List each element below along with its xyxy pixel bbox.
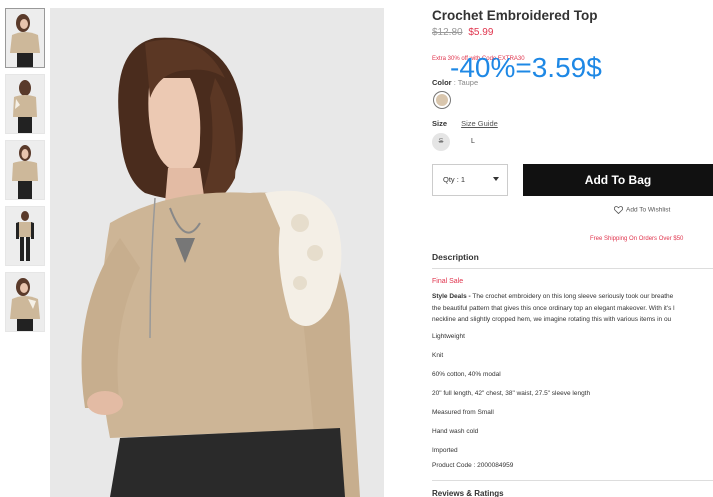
thumbnail-4[interactable] <box>5 206 45 266</box>
thumbnail-2[interactable] <box>5 74 45 134</box>
fact-item: Measured from Small <box>432 409 494 416</box>
thumbnail-3[interactable] <box>5 140 45 200</box>
reviews-heading[interactable]: Reviews & Ratings <box>432 489 504 497</box>
heart-icon <box>613 206 624 215</box>
main-product-image[interactable] <box>50 8 384 497</box>
product-title: Crochet Embroidered Top <box>432 8 598 23</box>
price-row: $12.80 $5.99 <box>432 27 493 38</box>
thumbnail-5[interactable] <box>5 272 45 332</box>
fact-item: 60% cotton, 40% modal <box>432 371 501 378</box>
size-guide-link[interactable]: Size Guide <box>461 119 498 128</box>
thumbnail-strip <box>5 8 45 338</box>
style-deals-label: Style Deals - <box>432 293 471 300</box>
description-heading: Description <box>432 252 479 262</box>
size-option-l[interactable]: L <box>464 133 482 151</box>
free-shipping-note: Free Shipping On Orders Over $50 <box>590 236 684 242</box>
product-code: Product Code : 2000084959 <box>432 462 514 469</box>
divider <box>432 480 713 481</box>
final-sale-label: Final Sale <box>432 278 464 285</box>
style-deals-line: Style Deals - The crochet embroidery on … <box>432 293 674 300</box>
fact-item: Lightweight <box>432 333 465 340</box>
chevron-down-icon <box>493 177 499 181</box>
quantity-select[interactable]: Qty : 1 <box>432 164 508 196</box>
size-row: Size Size Guide <box>432 119 498 128</box>
size-option-s[interactable]: S <box>432 133 450 151</box>
add-to-bag-button[interactable]: Add To Bag <box>523 164 713 196</box>
wishlist-label: Add To Wishlist <box>626 206 671 214</box>
quantity-label: Qty : 1 <box>443 175 466 184</box>
color-row: Color : Taupe <box>432 78 478 87</box>
color-label: Color <box>432 78 452 87</box>
style-deals-line: the beautiful pattern that gives this on… <box>432 304 675 312</box>
color-swatch-taupe[interactable] <box>433 91 451 109</box>
size-label: Size <box>432 119 448 128</box>
old-price: $12.80 <box>432 27 463 38</box>
fact-item: Hand wash cold <box>432 428 479 435</box>
style-deals-line: neckline and slightly cropped hem, we im… <box>432 316 672 323</box>
sale-price: $5.99 <box>468 27 494 38</box>
thumbnail-1[interactable] <box>5 8 45 68</box>
add-to-wishlist-link[interactable]: Add To Wishlist <box>613 206 671 215</box>
style-deals-text: Style Deals - The crochet embroidery on … <box>432 291 713 326</box>
divider <box>432 268 713 269</box>
fact-item: Knit <box>432 352 444 359</box>
color-value: : Taupe <box>453 78 479 87</box>
fact-item: Imported <box>432 447 458 454</box>
fact-item: 20" full length, 42" chest, 38" waist, 2… <box>432 390 591 397</box>
